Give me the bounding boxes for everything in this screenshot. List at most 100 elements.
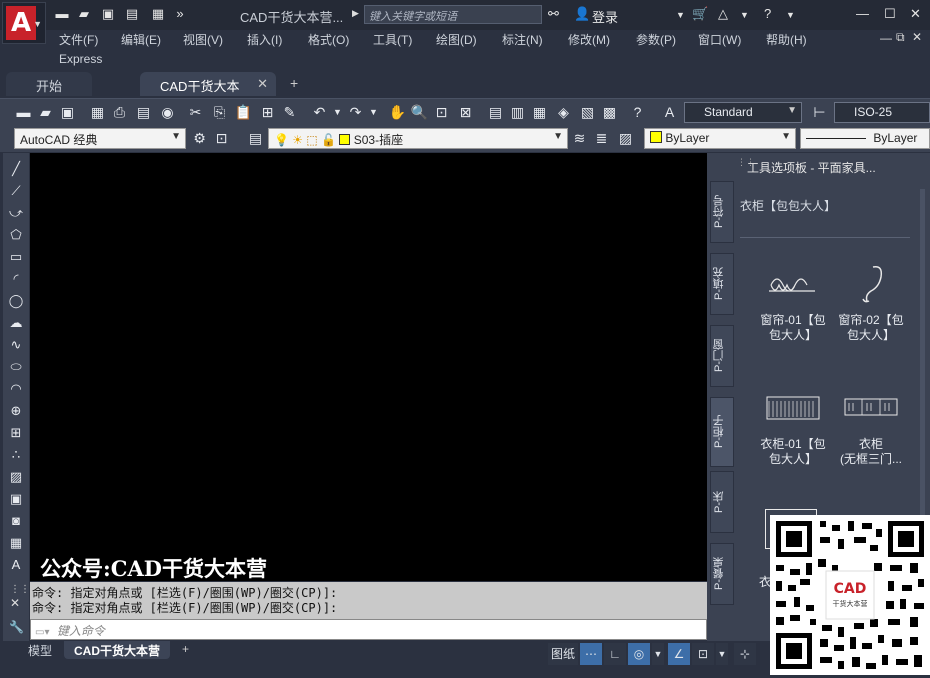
menu-draw[interactable]: 绘图(D) [436,31,477,48]
region-icon[interactable]: ◙ [6,511,26,531]
help-icon[interactable]: ? [764,6,771,21]
spline-icon[interactable]: ∿ [6,335,26,355]
chevron-down-icon[interactable]: ▼ [716,643,728,665]
save-icon[interactable]: ▣ [100,7,116,21]
mtext-icon[interactable]: A [6,555,26,575]
menu-modify[interactable]: 修改(M) [568,31,610,48]
chevron-down-icon[interactable]: ▼ [676,10,685,20]
properties-icon[interactable]: ▤ [486,103,505,122]
qnew-icon[interactable]: ▬ [14,103,33,122]
markup-icon[interactable]: ▧ [578,103,597,122]
help-icon[interactable]: ? [628,103,647,122]
copy-icon[interactable]: ⎘ [210,103,229,122]
palette-tab-dining[interactable]: P-餐桌 [710,543,734,605]
palette-tab-hatch[interactable]: P-填充 [710,253,734,315]
menu-dimension[interactable]: 标注(N) [502,31,543,48]
pan-icon[interactable]: ✋ [388,103,407,122]
chevron-down-icon[interactable]: ▼ [364,103,383,122]
grip-icon[interactable]: ⋮⋮ [10,584,30,595]
zoom-realtime-icon[interactable]: 🔍 [410,103,429,122]
more-icon[interactable]: » [172,7,188,21]
wrench-icon[interactable]: 🔧 [9,620,24,634]
insert-block-icon[interactable]: ⊕ [6,401,26,421]
cart-icon[interactable]: 🛒 [692,6,708,22]
chevron-down-icon[interactable]: ▼ [652,643,664,665]
table-icon[interactable]: ▦ [6,533,26,553]
polygon-icon[interactable]: ⬠ [6,225,26,245]
menu-window[interactable]: 窗口(W) [698,31,741,48]
restore-doc-icon[interactable]: ⧉ [896,30,905,45]
save-icon[interactable]: ▣ [58,103,77,122]
save-as-icon[interactable]: ▤ [124,7,140,21]
paste-icon[interactable]: 📋 [234,103,253,122]
chevron-down-icon[interactable]: ▼ [786,10,795,20]
match-properties-icon[interactable]: ⊞ [258,103,277,122]
menu-insert[interactable]: 插入(I) [247,31,282,48]
gradient-icon[interactable]: ▣ [6,489,26,509]
ellipse-icon[interactable]: ⬭ [6,357,26,377]
workspace-settings-icon[interactable]: ⊡ [212,129,231,148]
drawing-canvas[interactable] [30,153,707,581]
make-current-layer-icon[interactable]: ≋ [570,129,589,148]
chevron-down-icon[interactable]: ▼ [328,103,347,122]
binoculars-icon[interactable]: ⚯ [548,6,559,22]
menu-format[interactable]: 格式(O) [308,31,349,48]
polar-icon[interactable]: ∠ [668,643,690,665]
polyline-icon[interactable]: ⤻ [6,203,26,223]
tool-palettes-icon[interactable]: ▦ [530,103,549,122]
plot-preview-icon[interactable]: ⎙ [110,103,129,122]
menu-edit[interactable]: 编辑(E) [121,31,161,48]
command-input[interactable]: ▭▾ 键入命令 [30,619,707,640]
palette-item[interactable]: 窗帘-02【包 包大人】 [831,263,911,343]
close-icon[interactable]: ✕ [10,596,20,610]
minimize-doc-icon[interactable]: — [880,31,892,45]
3d-dwf-icon[interactable]: ◉ [158,103,177,122]
layer-state-icon[interactable]: ▨ [616,129,635,148]
dynamic-ucs-icon[interactable]: ⊹ [734,643,756,665]
application-menu-button[interactable]: A ▼ [2,2,46,44]
menu-parametric[interactable]: 参数(P) [636,31,676,48]
a360-icon[interactable]: △ [718,6,728,22]
color-select[interactable]: ByLayer ▼ [644,128,796,149]
palette-item[interactable]: 衣柜 (无框三门... [831,387,911,467]
ellipse-arc-icon[interactable]: ◠ [6,379,26,399]
close-doc-icon[interactable]: ✕ [912,30,922,44]
ortho-icon[interactable]: ◎ [628,643,650,665]
chevron-down-icon[interactable]: ▼ [740,10,749,20]
hatch-icon[interactable]: ▨ [6,467,26,487]
palette-tab-bed[interactable]: P-床 [710,471,734,533]
calculator-icon[interactable]: ▩ [600,103,619,122]
zoom-window-icon[interactable]: ⊡ [432,103,451,122]
layer-select[interactable]: 💡 ☀ ⬚ 🔓 S03-插座 ▼ [268,128,568,149]
palette-item[interactable]: 窗帘-01【包 包大人】 [753,263,833,343]
text-style-icon[interactable]: A [660,103,679,122]
construction-line-icon[interactable]: ⟋ [6,181,26,201]
text-style-select[interactable]: Standard ▼ [684,102,802,123]
menu-help[interactable]: 帮助(H) [766,31,807,48]
close-icon[interactable]: ✕ [910,6,921,22]
maximize-icon[interactable]: ☐ [884,6,896,22]
grid-icon[interactable]: ⋯ [580,643,602,665]
circle-icon[interactable]: ◯ [6,291,26,311]
publish-icon[interactable]: ▤ [134,103,153,122]
dim-style-select[interactable]: ISO-25 [834,102,930,123]
undo-icon[interactable]: ↶ [310,103,329,122]
palette-tab-symbol[interactable]: P-符号 [710,181,734,243]
make-block-icon[interactable]: ⊞ [6,423,26,443]
palette-tab-doors[interactable]: P-门窗 [710,325,734,387]
menu-tools[interactable]: 工具(T) [373,31,412,48]
open-folder-icon[interactable]: ▰ [76,7,92,21]
redo-icon[interactable]: ↷ [346,103,365,122]
zoom-previous-icon[interactable]: ⊠ [456,103,475,122]
user-icon[interactable]: 👤 [574,6,590,22]
revision-cloud-icon[interactable]: ☁ [6,313,26,333]
open-icon[interactable]: ▰ [36,103,55,122]
prompt-icon[interactable]: ▭▾ [35,627,49,638]
line-icon[interactable]: ╱ [6,159,26,179]
point-icon[interactable]: ∴ [6,445,26,465]
cut-icon[interactable]: ✂ [186,103,205,122]
sheet-set-icon[interactable]: ◈ [554,103,573,122]
osnap-icon[interactable]: ⊡ [692,643,714,665]
arc-icon[interactable]: ◜ [6,269,26,289]
menu-file[interactable]: 文件(F) [59,31,98,48]
